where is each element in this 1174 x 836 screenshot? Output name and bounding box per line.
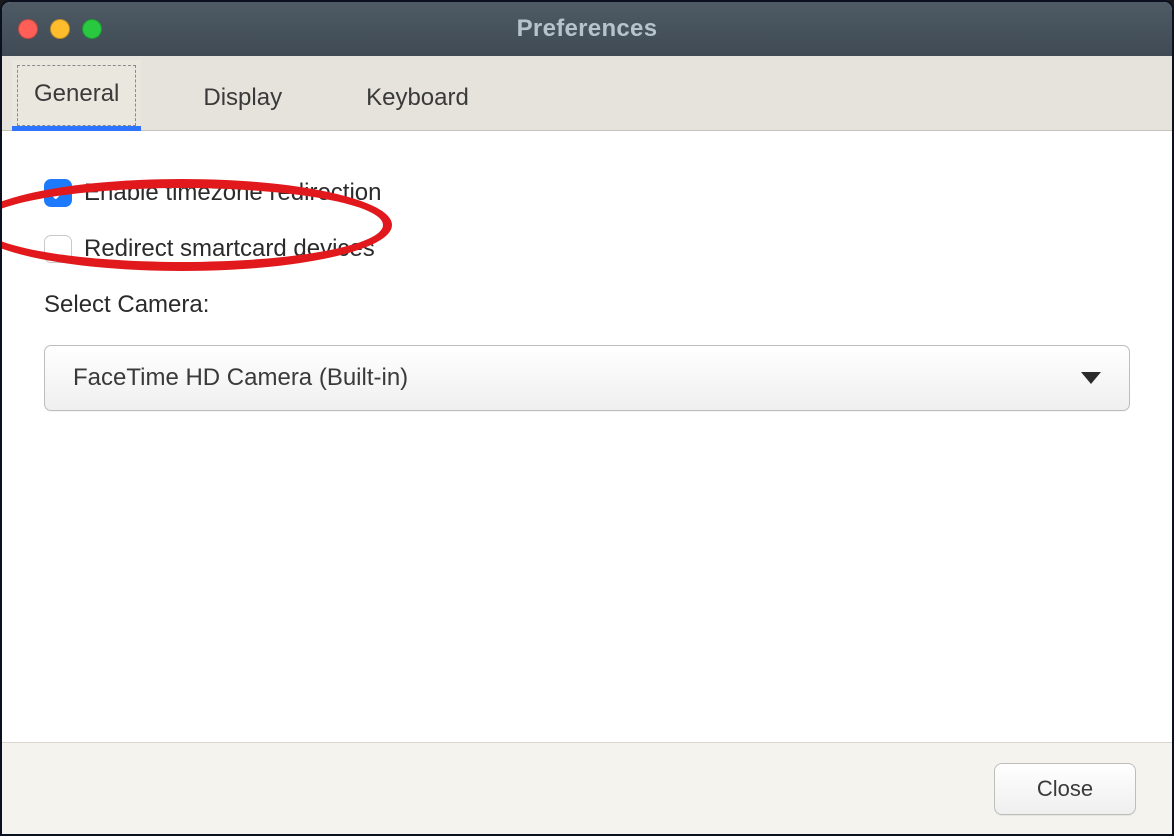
camera-dropdown-value: FaceTime HD Camera (Built-in) (73, 364, 408, 392)
titlebar: Preferences (2, 2, 1172, 56)
close-button[interactable]: Close (994, 763, 1136, 815)
checkmark-icon (49, 184, 67, 202)
tab-label: Display (203, 84, 282, 111)
window-close-button[interactable] (18, 19, 38, 39)
tab-keyboard[interactable]: Keyboard (344, 64, 491, 130)
redirect-smartcard-checkbox[interactable] (44, 235, 72, 263)
chevron-down-icon (1081, 372, 1101, 384)
camera-dropdown[interactable]: FaceTime HD Camera (Built-in) (44, 345, 1130, 411)
preferences-window: Preferences General Display Keyboard Ena… (0, 0, 1174, 836)
dialog-footer: Close (2, 742, 1172, 834)
window-title: Preferences (2, 15, 1172, 43)
tab-display[interactable]: Display (181, 64, 304, 130)
close-button-label: Close (1037, 776, 1093, 802)
select-camera-label: Select Camera: (44, 291, 1130, 319)
general-panel: Enable timezone redirection Redirect sma… (2, 131, 1172, 742)
tab-bar: General Display Keyboard (2, 56, 1172, 131)
window-controls (18, 19, 102, 39)
tab-label: Keyboard (366, 84, 469, 111)
enable-timezone-row: Enable timezone redirection (44, 179, 1130, 207)
enable-timezone-checkbox[interactable] (44, 179, 72, 207)
redirect-smartcard-label[interactable]: Redirect smartcard devices (84, 235, 375, 263)
tab-label: General (34, 80, 119, 107)
redirect-smartcard-row: Redirect smartcard devices (44, 235, 1130, 263)
window-zoom-button[interactable] (82, 19, 102, 39)
window-minimize-button[interactable] (50, 19, 70, 39)
tab-general[interactable]: General (12, 60, 141, 131)
enable-timezone-label[interactable]: Enable timezone redirection (84, 179, 382, 207)
